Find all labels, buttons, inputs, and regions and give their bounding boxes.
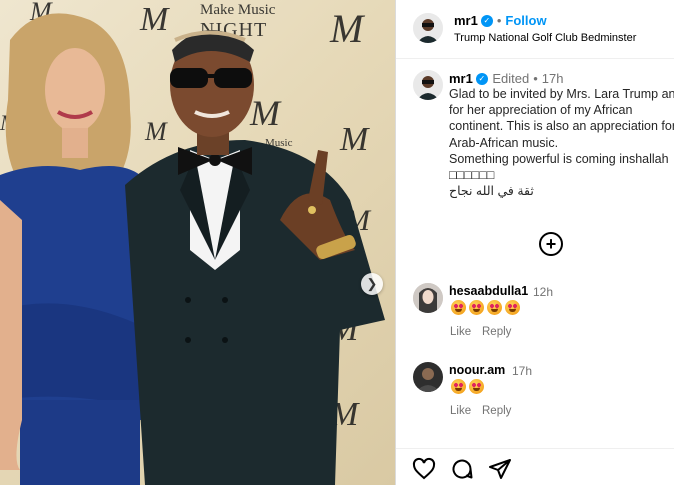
comment-time: 17h: [512, 364, 533, 378]
woman-figure: [0, 13, 150, 485]
post-photo[interactable]: Make Music NIGHT M M M M Music M M M M M…: [0, 0, 395, 485]
comment-emojis: [451, 300, 520, 315]
heart-eyes-emoji-icon: [505, 300, 520, 315]
comment-like-button[interactable]: Like: [450, 326, 471, 338]
comment-like-button[interactable]: Like: [450, 405, 471, 417]
comment-reply-button[interactable]: Reply: [482, 405, 511, 417]
comment-reply-button[interactable]: Reply: [482, 326, 511, 338]
heart-eyes-emoji-icon: [451, 300, 466, 315]
separator-dot: •: [496, 13, 502, 28]
backdrop-brand-top: Make Music: [200, 2, 276, 18]
post-panel: mr1 ✓ • Follow Trump National Golf Club Bed…: [395, 0, 674, 485]
caption-body: Glad to be invited by Mrs. Lara Trump an…: [449, 87, 674, 166]
comment-emojis: [451, 379, 484, 394]
heart-eyes-emoji-icon: [487, 300, 502, 315]
author-username[interactable]: mr1: [454, 13, 478, 28]
caption-username[interactable]: mr1: [449, 71, 473, 86]
photo-scene: Make Music NIGHT M M M M Music M M M M M…: [0, 0, 385, 485]
post-header: mr1 ✓ • Follow Trump National Golf Club Bed…: [396, 0, 674, 59]
backdrop-letter-4: M: [249, 93, 282, 133]
next-photo-button[interactable]: ❯: [361, 273, 383, 295]
author-avatar[interactable]: [413, 13, 443, 43]
share-send-icon[interactable]: [488, 457, 512, 481]
comment-bubble-icon[interactable]: [450, 457, 474, 481]
comment-time: 12h: [533, 285, 554, 299]
caption-emoji-line: □□□□□□: [449, 168, 495, 183]
comment-avatar[interactable]: [413, 362, 443, 392]
caption-text: Glad to be invited by Mrs. Lara Trump an…: [449, 86, 674, 199]
load-more-comments-button[interactable]: +: [539, 232, 563, 256]
comment-username[interactable]: noour.am: [449, 363, 505, 377]
location-link[interactable]: Trump National Golf Club Bedminster: [454, 32, 636, 44]
heart-eyes-emoji-icon: [469, 300, 484, 315]
heart-eyes-emoji-icon: [451, 379, 466, 394]
verified-icon: ✓: [480, 14, 493, 27]
comment-username[interactable]: hesaabdulla1: [449, 284, 528, 298]
backdrop-letter-5: M: [339, 121, 370, 158]
chevron-right-icon: ❯: [366, 276, 378, 291]
backdrop-letter-10: M: [144, 117, 168, 146]
backdrop-letter-2: M: [329, 6, 366, 51]
caption-avatar[interactable]: [413, 70, 443, 100]
like-heart-icon[interactable]: [412, 457, 436, 481]
post-actions-bar: [396, 448, 674, 486]
backdrop-letter-1: M: [139, 1, 170, 38]
caption-time: 17h: [541, 71, 564, 86]
separator-dot: •: [533, 71, 538, 86]
author-line: mr1 ✓ • Follow: [454, 12, 547, 30]
plus-icon: +: [545, 234, 557, 254]
verified-icon: ✓: [475, 72, 488, 85]
heart-eyes-emoji-icon: [469, 379, 484, 394]
comment-avatar[interactable]: [413, 283, 443, 313]
caption-arabic-line: ثقة في الله نجاح: [449, 184, 534, 199]
follow-button[interactable]: Follow: [505, 13, 546, 28]
edited-label: Edited: [492, 71, 530, 86]
